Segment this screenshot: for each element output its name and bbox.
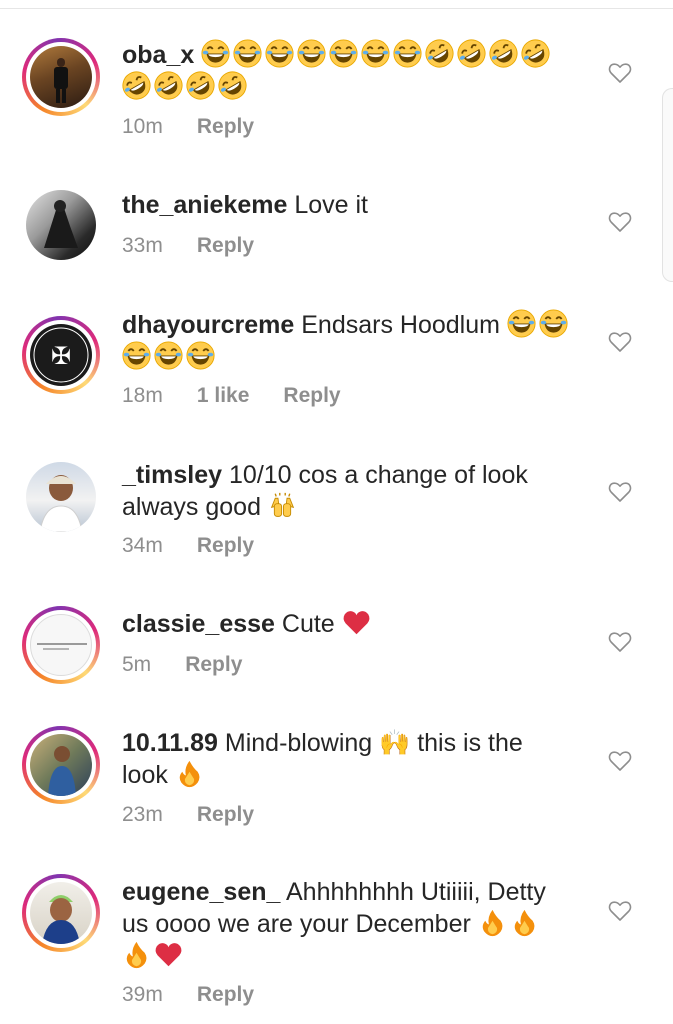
laughing-emoji-icon <box>297 39 326 68</box>
comment-body: Endsars Hoodlum <box>301 311 500 339</box>
reply-button[interactable]: Reply <box>185 653 242 676</box>
comment-meta: 18m 1 like Reply <box>122 384 375 408</box>
comment-text: _timsley 10/10 cos a change of look alwa… <box>122 459 572 523</box>
comment-like-count[interactable]: 1 like <box>197 384 250 407</box>
raising-hands-emoji-icon <box>268 491 297 520</box>
fire-emoji-icon <box>478 908 507 937</box>
laughing-emoji-icon <box>265 39 294 68</box>
heart-icon[interactable] <box>608 61 632 85</box>
comment-time: 34m <box>122 534 163 557</box>
laughing-emoji-icon <box>154 341 183 370</box>
comment-text: 10.11.89 Mind-blowing 🙌 this is the look… <box>122 727 572 791</box>
laughing-emoji-icon <box>539 309 568 338</box>
comment-time: 39m <box>122 983 163 1006</box>
laughing-emoji-icon <box>233 39 262 68</box>
comment-meta: 34m Reply <box>122 534 288 558</box>
comment-username[interactable]: _timsley <box>122 461 222 489</box>
reply-button[interactable]: Reply <box>197 534 254 557</box>
comment-meta: 33m Reply <box>122 234 288 258</box>
avatar[interactable] <box>22 38 100 116</box>
comment-time: 5m <box>122 653 152 676</box>
comment-text: oba_x 😂😂😂😂😂😂😂🤣🤣🤣🤣🤣🤣🤣🤣 <box>122 39 572 103</box>
heart-icon[interactable] <box>608 210 632 234</box>
rolling-laughing-emoji-icon <box>489 39 518 68</box>
reply-button[interactable]: Reply <box>197 115 254 138</box>
laughing-emoji-icon <box>329 39 358 68</box>
comment-body: Cute <box>281 610 335 638</box>
comment-time: 23m <box>122 803 163 826</box>
comment-text: the_aniekeme Love it <box>122 189 572 221</box>
rolling-laughing-emoji-icon <box>457 39 486 68</box>
scrollbar[interactable] <box>662 88 673 282</box>
rolling-laughing-emoji-icon <box>154 71 183 100</box>
comment-username[interactable]: oba_x <box>122 41 194 69</box>
fire-emoji-icon <box>122 940 151 969</box>
reply-button[interactable]: Reply <box>283 384 340 407</box>
comment-time: 33m <box>122 234 163 257</box>
avatar[interactable] <box>22 874 100 952</box>
svg-text:✠: ✠ <box>51 342 71 370</box>
avatar[interactable] <box>22 606 100 684</box>
comment-username[interactable]: the_aniekeme <box>122 191 287 219</box>
heart-icon[interactable] <box>608 630 632 654</box>
comment-text: classie_esse Cute ❤️ <box>122 608 572 640</box>
reply-button[interactable]: Reply <box>197 803 254 826</box>
avatar[interactable] <box>26 462 96 532</box>
laughing-emoji-icon <box>393 39 422 68</box>
comment-username[interactable]: eugene_sen_ <box>122 878 280 906</box>
avatar[interactable]: ✠ <box>22 316 100 394</box>
comment-body: Love it <box>294 191 368 219</box>
heart-icon[interactable] <box>608 749 632 773</box>
comment-meta: 39m Reply <box>122 983 288 1007</box>
rolling-laughing-emoji-icon <box>186 71 215 100</box>
comment-meta: 23m Reply <box>122 803 288 827</box>
reply-button[interactable]: Reply <box>197 983 254 1006</box>
comment-text: eugene_sen_ Ahhhhhhhh Utiiiii, Detty us … <box>122 876 572 972</box>
laughing-emoji-icon <box>186 341 215 370</box>
heart-icon[interactable] <box>608 480 632 504</box>
red-heart-emoji-icon <box>154 940 183 969</box>
comment-time: 18m <box>122 384 163 407</box>
comment-username[interactable]: 10.11.89 <box>122 729 218 757</box>
fire-emoji-icon <box>175 759 204 788</box>
heart-icon[interactable] <box>608 899 632 923</box>
rolling-laughing-emoji-icon <box>218 71 247 100</box>
laughing-emoji-icon <box>507 309 536 338</box>
comment-meta: 10m Reply <box>122 115 288 139</box>
comment-username[interactable]: dhayourcreme <box>122 311 294 339</box>
rolling-laughing-emoji-icon <box>521 39 550 68</box>
rolling-laughing-emoji-icon <box>122 71 151 100</box>
laughing-emoji-icon <box>201 39 230 68</box>
avatar[interactable] <box>26 190 96 260</box>
fire-emoji-icon <box>510 908 539 937</box>
comment-text: dhayourcreme Endsars Hoodlum 😂😂😂😂😂 <box>122 309 572 373</box>
comment-time: 10m <box>122 115 163 138</box>
comment-username[interactable]: classie_esse <box>122 610 275 638</box>
rolling-laughing-emoji-icon <box>425 39 454 68</box>
laughing-emoji-icon <box>122 341 151 370</box>
red-heart-emoji-icon <box>342 608 371 637</box>
heart-icon[interactable] <box>608 330 632 354</box>
comment-meta: 5m Reply <box>122 653 276 677</box>
avatar[interactable] <box>22 726 100 804</box>
laughing-emoji-icon <box>361 39 390 68</box>
reply-button[interactable]: Reply <box>197 234 254 257</box>
top-divider <box>0 0 673 9</box>
